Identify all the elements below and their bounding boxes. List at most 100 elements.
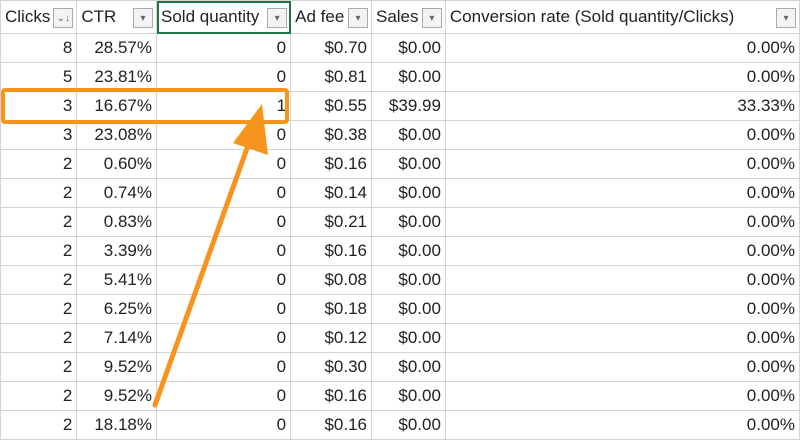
cell[interactable]: 0.00% [444, 149, 800, 179]
cell[interactable]: 0.00% [444, 352, 800, 382]
filter-dropdown-icon[interactable]: ▾ [421, 8, 442, 28]
cell[interactable]: 0 [155, 207, 292, 237]
cell[interactable]: 2 [0, 236, 78, 266]
cell[interactable]: 0.00% [444, 178, 800, 208]
cell[interactable]: 0.00% [444, 410, 800, 440]
column-header[interactable]: Ad fee ▾ [290, 0, 372, 34]
column-header[interactable]: Sales ▾ [370, 0, 446, 34]
cell[interactable]: 3.39% [76, 236, 157, 266]
table-row: 2 5.41% 0 $0.08 $0.00 0.00% [0, 265, 800, 295]
cell[interactable]: $0.81 [290, 62, 372, 92]
cell[interactable]: 0.00% [444, 236, 800, 266]
cell[interactable]: 0.00% [444, 33, 800, 63]
filter-dropdown-icon[interactable]: ▾ [267, 8, 288, 28]
cell[interactable]: 16.67% [76, 91, 157, 121]
cell[interactable]: 0.60% [76, 149, 157, 179]
cell[interactable]: 8 [0, 33, 78, 63]
cell[interactable]: 2 [0, 294, 78, 324]
cell[interactable]: 0 [155, 236, 292, 266]
cell[interactable]: $0.55 [290, 91, 372, 121]
cell[interactable]: $0.08 [290, 265, 372, 295]
cell[interactable]: 0 [155, 381, 292, 411]
column-header[interactable]: Conversion rate (Sold quantity/Clicks) ▾ [444, 0, 800, 34]
cell[interactable]: $39.99 [370, 91, 446, 121]
cell[interactable]: $0.00 [370, 33, 446, 63]
cell[interactable]: 1 [155, 91, 292, 121]
cell[interactable]: $0.00 [370, 381, 446, 411]
cell[interactable]: $0.00 [370, 294, 446, 324]
cell[interactable]: 2 [0, 207, 78, 237]
cell[interactable]: 2 [0, 381, 78, 411]
column-header[interactable]: Clicks ⌄↓ [0, 0, 78, 34]
cell[interactable]: 0 [155, 62, 292, 92]
cell[interactable]: $0.00 [370, 236, 446, 266]
cell[interactable]: 3 [0, 120, 78, 150]
cell[interactable]: 0.00% [444, 323, 800, 353]
cell[interactable]: 0.00% [444, 120, 800, 150]
cell[interactable]: 33.33% [444, 91, 800, 121]
cell[interactable]: $0.16 [290, 236, 372, 266]
cell[interactable]: 5.41% [76, 265, 157, 295]
cell[interactable]: 18.18% [76, 410, 157, 440]
cell[interactable]: $0.18 [290, 294, 372, 324]
cell[interactable]: $0.00 [370, 178, 446, 208]
column-header[interactable]: CTR ▾ [76, 0, 157, 34]
cell[interactable]: 0 [155, 178, 292, 208]
cell[interactable]: $0.00 [370, 207, 446, 237]
cell[interactable]: 0.00% [444, 207, 800, 237]
cell[interactable]: 2 [0, 178, 78, 208]
sort-desc-filter-icon[interactable]: ⌄↓ [53, 8, 74, 28]
cell[interactable]: 0.00% [444, 294, 800, 324]
cell[interactable]: 0 [155, 410, 292, 440]
cell[interactable]: $0.30 [290, 352, 372, 382]
cell[interactable]: 0.74% [76, 178, 157, 208]
cell[interactable]: 0 [155, 352, 292, 382]
cell[interactable]: $0.00 [370, 352, 446, 382]
cell[interactable]: 0.00% [444, 265, 800, 295]
cell[interactable]: $0.16 [290, 149, 372, 179]
cell[interactable]: $0.00 [370, 149, 446, 179]
cell[interactable]: 5 [0, 62, 78, 92]
filter-dropdown-icon[interactable]: ▾ [347, 8, 368, 28]
cell[interactable]: $0.00 [370, 323, 446, 353]
cell[interactable]: 0.83% [76, 207, 157, 237]
cell[interactable]: 0 [155, 294, 292, 324]
cell[interactable]: 7.14% [76, 323, 157, 353]
cell[interactable]: $0.00 [370, 62, 446, 92]
cell[interactable]: $0.21 [290, 207, 372, 237]
cell[interactable]: $0.00 [370, 120, 446, 150]
cell[interactable]: 0 [155, 33, 292, 63]
cell[interactable]: 2 [0, 265, 78, 295]
table-row: 2 9.52% 0 $0.30 $0.00 0.00% [0, 352, 800, 382]
cell[interactable]: 0 [155, 120, 292, 150]
cell[interactable]: 9.52% [76, 381, 157, 411]
cell[interactable]: 28.57% [76, 33, 157, 63]
cell[interactable]: 23.81% [76, 62, 157, 92]
cell[interactable]: 0 [155, 265, 292, 295]
cell[interactable]: 23.08% [76, 120, 157, 150]
cell[interactable]: 2 [0, 410, 78, 440]
cell[interactable]: 0.00% [444, 381, 800, 411]
cell[interactable]: 0 [155, 323, 292, 353]
cell[interactable]: $0.00 [370, 410, 446, 440]
cell[interactable]: 3 [0, 91, 78, 121]
filter-dropdown-icon[interactable]: ▾ [776, 8, 796, 28]
cell[interactable]: $0.16 [290, 410, 372, 440]
filter-dropdown-icon[interactable]: ▾ [133, 8, 153, 28]
cell[interactable]: 2 [0, 149, 78, 179]
header-row: Clicks ⌄↓ CTR ▾ Sold quantity ▾ Ad fee ▾ Sales ▾ C… [0, 0, 800, 34]
column-header[interactable]: Sold quantity ▾ [155, 0, 292, 34]
cell[interactable]: $0.38 [290, 120, 372, 150]
cell[interactable]: 0 [155, 149, 292, 179]
cell[interactable]: $0.14 [290, 178, 372, 208]
cell[interactable]: $0.12 [290, 323, 372, 353]
cell[interactable]: 2 [0, 323, 78, 353]
column-header-label: Conversion rate (Sold quantity/Clicks) [449, 7, 735, 26]
cell[interactable]: 2 [0, 352, 78, 382]
cell[interactable]: 0.00% [444, 62, 800, 92]
cell[interactable]: $0.70 [290, 33, 372, 63]
cell[interactable]: 9.52% [76, 352, 157, 382]
cell[interactable]: $0.00 [370, 265, 446, 295]
cell[interactable]: $0.16 [290, 381, 372, 411]
cell[interactable]: 6.25% [76, 294, 157, 324]
